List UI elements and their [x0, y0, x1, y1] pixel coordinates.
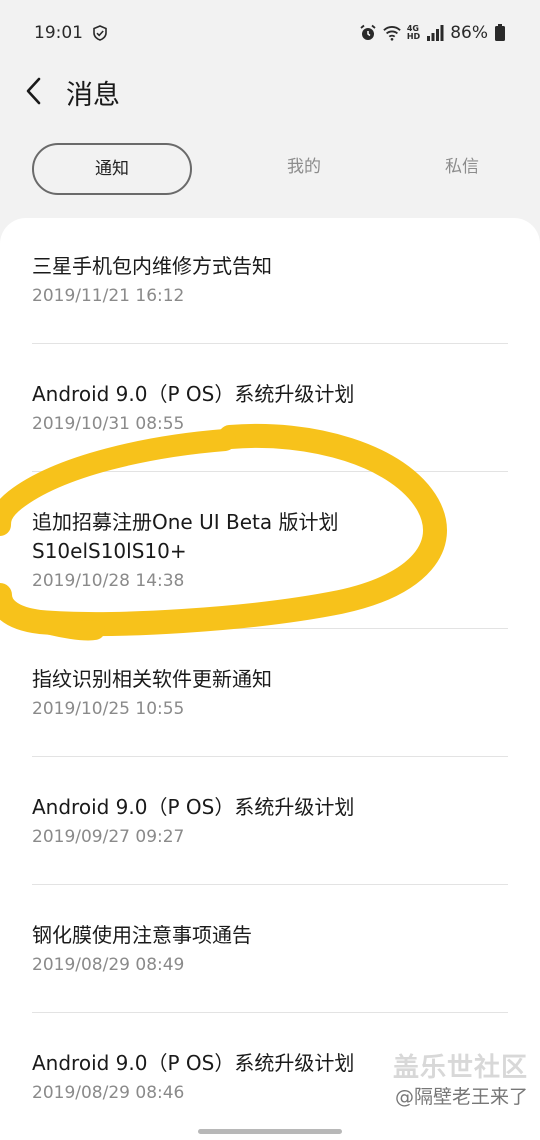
tab-bar: 通知 我的 私信: [0, 143, 540, 195]
divider: [32, 343, 508, 344]
back-arrow-icon[interactable]: [20, 74, 50, 108]
notification-title: Android 9.0（P OS）系统升级计划: [32, 795, 355, 819]
notification-date: 2019/10/25 10:55: [32, 699, 185, 719]
alarm-icon: [360, 24, 376, 40]
status-icons: 4G HD 86%: [359, 23, 506, 43]
status-time: 19:01: [34, 23, 83, 43]
shield-check-icon: [93, 25, 107, 41]
list-item[interactable]: 指纹识别相关软件更新通知 2019/10/25 10:55: [32, 665, 508, 721]
notification-title: Android 9.0（P OS）系统升级计划: [32, 382, 355, 406]
tab-private-messages[interactable]: 私信: [402, 143, 522, 191]
watermark: 盖乐世社区 @隔壁老王来了: [393, 1052, 528, 1110]
status-bar: 19:01 4G HD 86%: [0, 0, 540, 68]
wifi-icon: [383, 26, 401, 41]
divider: [32, 628, 508, 629]
home-indicator[interactable]: [198, 1129, 342, 1134]
battery-percent: 86%: [450, 23, 488, 43]
notification-date: 2019/10/31 08:55: [32, 414, 185, 434]
page-title: 消息: [66, 80, 120, 111]
notification-date: 2019/11/21 16:12: [32, 286, 185, 306]
watermark-logo-text: 盖乐世社区: [392, 1053, 528, 1083]
tab-mine[interactable]: 我的: [244, 143, 364, 191]
list-item[interactable]: Android 9.0（P OS）系统升级计划 2019/10/31 08:55: [32, 380, 508, 436]
watermark-author: @隔壁老王来了: [394, 1086, 528, 1108]
divider: [32, 471, 508, 472]
list-item[interactable]: Android 9.0（P OS）系统升级计划 2019/09/27 09:27: [32, 793, 508, 849]
battery-icon: [495, 24, 505, 41]
divider: [32, 884, 508, 885]
notification-title: 指纹识别相关软件更新通知: [32, 667, 272, 691]
notification-date: 2019/09/27 09:27: [32, 827, 185, 847]
signal-icon: [427, 25, 444, 41]
list-item[interactable]: 三星手机包内维修方式告知 2019/11/21 16:12: [32, 252, 508, 308]
tab-notifications[interactable]: 通知: [32, 143, 192, 195]
hd-label: HD: [406, 32, 421, 41]
header: 消息: [0, 68, 540, 128]
notification-date: 2019/08/29 08:49: [32, 955, 185, 975]
notification-title: 三星手机包内维修方式告知: [32, 254, 272, 278]
notification-title: 追加招募注册One UI Beta 版计划: [32, 510, 339, 534]
notification-date: 2019/10/28 14:38: [32, 571, 185, 591]
divider: [32, 756, 508, 757]
list-item[interactable]: 追加招募注册One UI Beta 版计划 S10elS10lS10+ 2019…: [32, 508, 508, 593]
notification-title: 钢化膜使用注意事项通告: [32, 923, 252, 947]
notification-title-line2: S10elS10lS10+: [32, 539, 187, 563]
notification-list: 三星手机包内维修方式告知 2019/11/21 16:12 Android 9.…: [0, 218, 540, 1140]
list-item[interactable]: 钢化膜使用注意事项通告 2019/08/29 08:49: [32, 921, 508, 977]
divider: [32, 1012, 508, 1013]
